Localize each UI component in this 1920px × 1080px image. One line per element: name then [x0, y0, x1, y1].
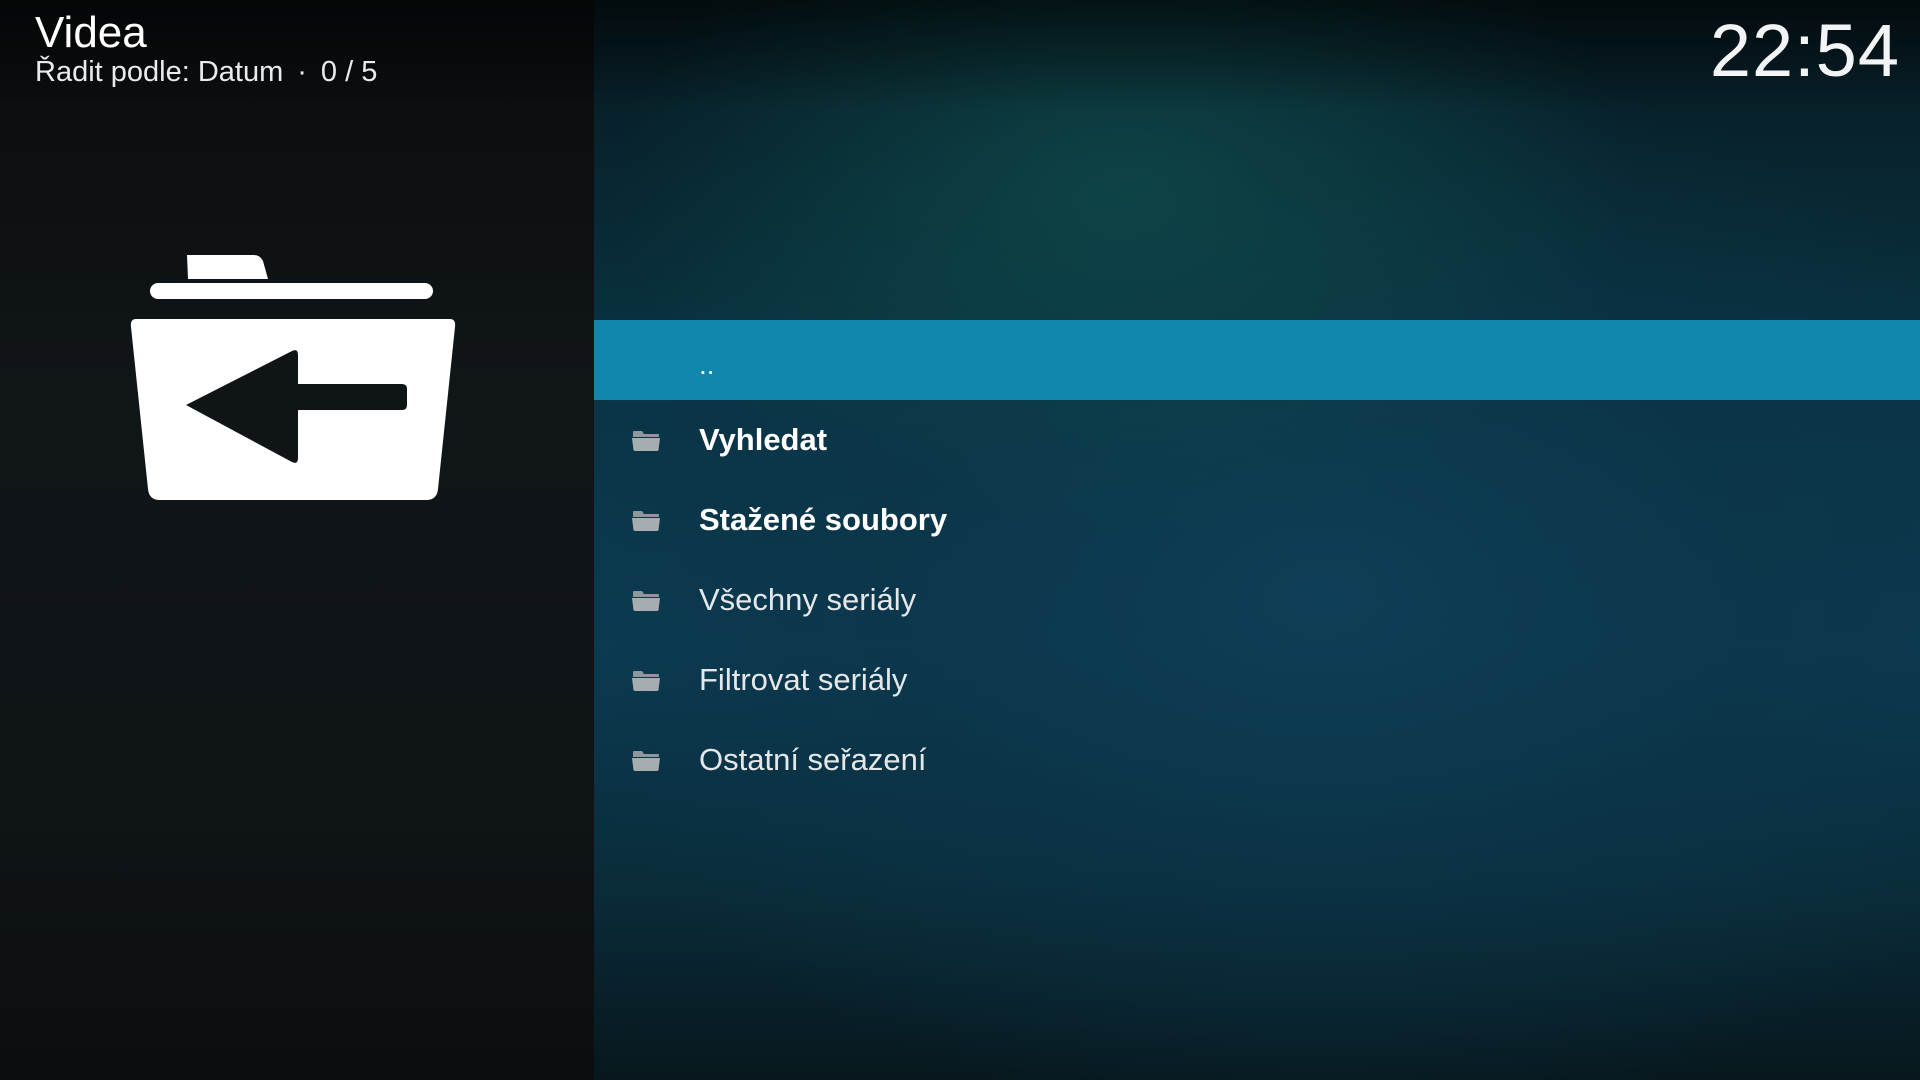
folder-icon	[632, 751, 660, 771]
sort-label: Řadit podle: Datum	[35, 56, 284, 88]
list-item-label: ..	[699, 349, 715, 380]
info-panel	[0, 0, 594, 1080]
folder-back-icon	[130, 255, 456, 500]
kodi-window: Videa Řadit podle: Datum · 0 / 5 22:54 .. …	[0, 0, 1920, 1080]
list-item-stazene-soubory[interactable]: Stažené soubory	[594, 480, 1920, 560]
file-list: .. Vyhledat Stažené soubory Všechny seri…	[594, 320, 1920, 800]
folder-icon	[632, 431, 660, 451]
list-item-ostatni-serazeni[interactable]: Ostatní seřazení	[594, 720, 1920, 800]
clock: 22:54	[1709, 9, 1900, 92]
folder-icon	[632, 671, 660, 691]
list-item-label: Stažené soubory	[699, 502, 948, 537]
sort-info[interactable]: Řadit podle: Datum · 0 / 5	[35, 52, 377, 92]
folder-icon	[632, 591, 660, 611]
list-item-parent[interactable]: ..	[594, 320, 1920, 400]
list-item-label: Všechny seriály	[699, 582, 917, 617]
list-item-filtrovat-serialy[interactable]: Filtrovat seriály	[594, 640, 1920, 720]
list-item-vyhledat[interactable]: Vyhledat	[594, 400, 1920, 480]
separator: ·	[297, 56, 307, 88]
folder-icon	[632, 511, 660, 531]
list-item-vsechny-serialy[interactable]: Všechny seriály	[594, 560, 1920, 640]
item-position: 0 / 5	[320, 56, 378, 88]
list-item-label: Filtrovat seriály	[699, 662, 908, 697]
list-item-label: Vyhledat	[699, 422, 828, 457]
list-item-label: Ostatní seřazení	[699, 742, 927, 777]
